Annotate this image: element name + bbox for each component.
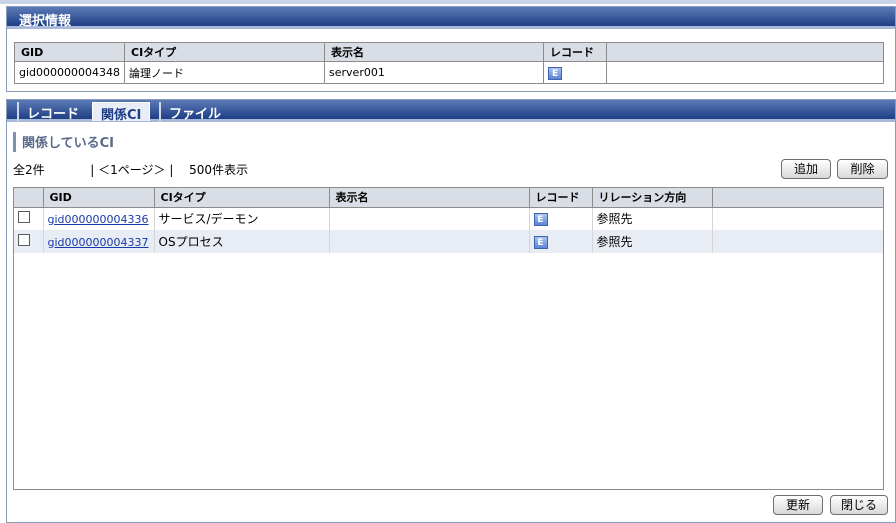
row-display-name xyxy=(329,230,530,253)
row-direction: 参照先 xyxy=(592,230,713,253)
selection-ci-type: 論理ノード xyxy=(124,61,326,84)
row-ci-type: サービス/デーモン xyxy=(154,207,330,230)
tab-related-ci[interactable]: 関係CI xyxy=(92,102,151,123)
col-record: レコード xyxy=(543,42,608,62)
col-ci-type: CIタイプ xyxy=(154,188,330,208)
col-gid: GID xyxy=(14,42,126,62)
row-record-cell: E xyxy=(529,207,593,230)
col-gid: GID xyxy=(43,188,155,208)
selection-gid: gid000000004348 xyxy=(14,61,126,84)
tab-file[interactable]: ファイル xyxy=(159,102,229,122)
row-empty xyxy=(712,230,883,253)
selection-record-cell: E xyxy=(543,61,608,84)
pager: 全2件 | ＜1ページ＞ | 500件表示 xyxy=(13,161,248,178)
gid-link[interactable]: gid000000004337 xyxy=(48,236,149,249)
col-direction: リレーション方向 xyxy=(592,188,713,208)
delete-button[interactable]: 削除 xyxy=(837,159,888,179)
col-empty xyxy=(606,42,884,62)
tab-bar: レコード 関係CI ファイル xyxy=(7,100,895,123)
row-gid-cell: gid000000004336 xyxy=(43,207,155,230)
table-row: gid000000004337 OSプロセス E 参照先 xyxy=(14,230,883,253)
row-ci-type: OSプロセス xyxy=(154,230,330,253)
col-empty xyxy=(712,188,883,208)
related-ci-grid: GID CIタイプ 表示名 レコード リレーション方向 gid000000004… xyxy=(13,187,884,490)
row-record-cell: E xyxy=(529,230,593,253)
selection-empty xyxy=(607,62,884,84)
record-e-icon[interactable]: E xyxy=(533,236,548,249)
selection-row: gid000000004348 論理ノード server001 E xyxy=(14,61,884,84)
selection-display-name: server001 xyxy=(324,61,545,84)
col-record: レコード xyxy=(529,188,593,208)
tab-record[interactable]: レコード xyxy=(17,102,87,122)
gid-link[interactable]: gid000000004336 xyxy=(48,213,149,226)
refresh-button[interactable]: 更新 xyxy=(773,495,823,515)
section-title: 関係しているCI xyxy=(13,132,114,152)
row-empty xyxy=(712,207,883,230)
related-ci-panel: レコード 関係CI ファイル 関係しているCI 全2件 | ＜1ページ＞ | 5… xyxy=(6,99,896,523)
grid-header: GID CIタイプ 表示名 レコード リレーション方向 xyxy=(14,188,883,208)
total-count: 全2件 xyxy=(13,163,45,177)
table-row: gid000000004336 サービス/デーモン E 参照先 xyxy=(14,207,883,230)
selection-info-panel: 選択情報 GID CIタイプ 表示名 レコード gid000000004348 … xyxy=(6,6,896,92)
selection-info-title: 選択情報 xyxy=(7,7,895,29)
related-ci-table: GID CIタイプ 表示名 レコード リレーション方向 gid000000004… xyxy=(14,188,883,253)
row-display-name xyxy=(329,207,530,230)
row-checkbox-cell xyxy=(14,230,44,253)
row-checkbox[interactable] xyxy=(18,211,30,224)
col-ci-type: CIタイプ xyxy=(124,42,326,62)
selection-table-header: GID CIタイプ 表示名 レコード xyxy=(14,42,884,62)
add-button[interactable]: 追加 xyxy=(781,159,831,179)
row-gid-cell: gid000000004337 xyxy=(43,230,155,253)
row-checkbox[interactable] xyxy=(18,234,30,246)
col-display-name: 表示名 xyxy=(324,42,545,62)
col-checkbox xyxy=(14,188,44,208)
window-top-border xyxy=(0,0,896,4)
page-nav[interactable]: | ＜1ページ＞ | xyxy=(90,163,173,177)
per-page: 500件表示 xyxy=(189,163,248,177)
row-direction: 参照先 xyxy=(592,207,713,230)
col-display-name: 表示名 xyxy=(329,188,530,208)
row-checkbox-cell xyxy=(14,207,44,230)
close-button[interactable]: 閉じる xyxy=(830,495,888,515)
selection-table: GID CIタイプ 表示名 レコード gid000000004348 論理ノード… xyxy=(14,42,884,84)
record-e-icon[interactable]: E xyxy=(533,213,548,227)
record-e-icon[interactable]: E xyxy=(548,66,563,80)
